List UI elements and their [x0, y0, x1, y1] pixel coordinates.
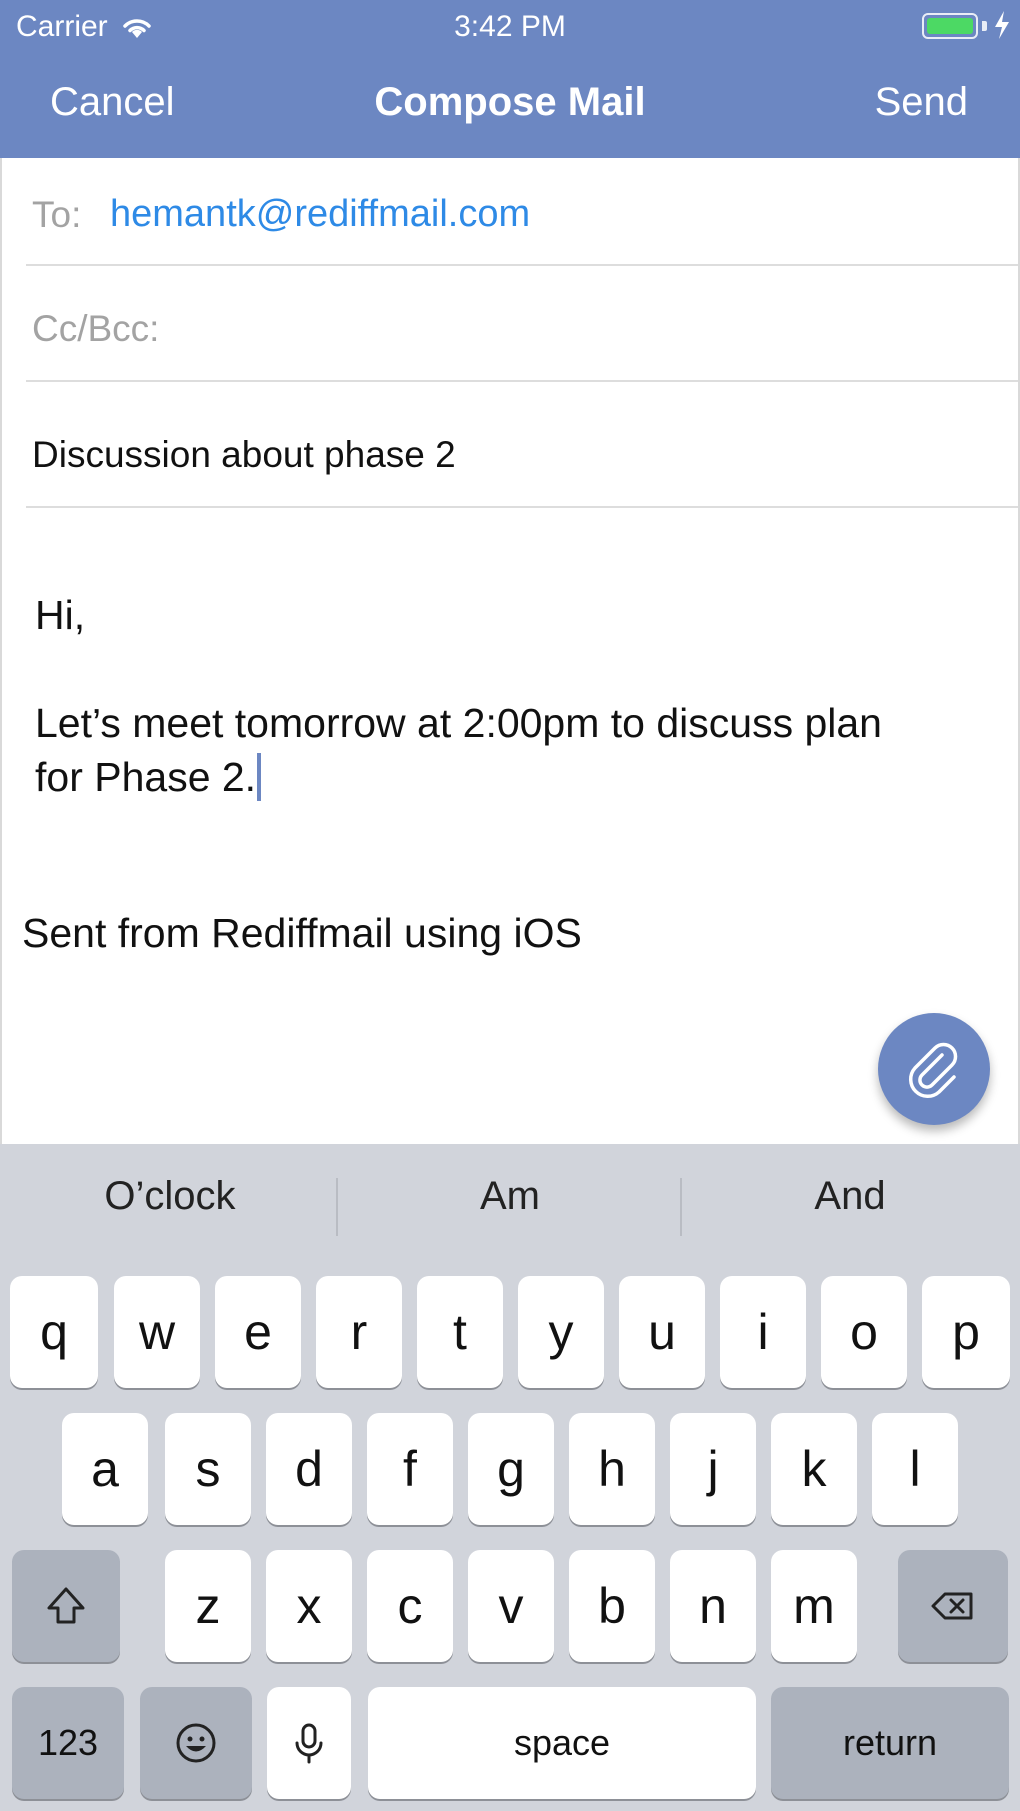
to-recipient[interactable]: hemantk@rediffmail.com [110, 193, 530, 236]
key-l[interactable]: l [872, 1413, 958, 1525]
key-h[interactable]: h [569, 1413, 655, 1525]
attach-button[interactable] [878, 1013, 990, 1125]
key-i[interactable]: i [720, 1276, 806, 1388]
cancel-button[interactable]: Cancel [50, 80, 175, 125]
status-bar: Carrier 3:42 PM [0, 0, 1020, 52]
key-p[interactable]: p [922, 1276, 1010, 1388]
nav-bar: Cancel Compose Mail Send [0, 70, 1020, 140]
key-s[interactable]: s [165, 1413, 251, 1525]
header: Carrier 3:42 PM Cancel Compose Mail Send [0, 0, 1020, 158]
key-c[interactable]: c [367, 1550, 453, 1662]
microphone-icon [295, 1723, 323, 1764]
cc-bcc-label: Cc/Bcc: [32, 308, 160, 349]
body-line-3: for Phase 2. [35, 754, 257, 800]
key-a[interactable]: a [62, 1413, 148, 1525]
battery-tip [982, 21, 987, 31]
keyboard: O’clock Am And q w e r t y u i o p a s d… [0, 1144, 1020, 1811]
key-f[interactable]: f [367, 1413, 453, 1525]
key-r[interactable]: r [316, 1276, 402, 1388]
suggestion-2[interactable]: Am [340, 1174, 680, 1219]
key-w[interactable]: w [114, 1276, 200, 1388]
key-b[interactable]: b [569, 1550, 655, 1662]
key-g[interactable]: g [468, 1413, 554, 1525]
key-o[interactable]: o [821, 1276, 907, 1388]
compose-form: To: hemantk@rediffmail.com Cc/Bcc: Discu… [0, 158, 1020, 1144]
emoji-icon [176, 1723, 216, 1763]
key-n[interactable]: n [670, 1550, 756, 1662]
key-x[interactable]: x [266, 1550, 352, 1662]
key-z[interactable]: z [165, 1550, 251, 1662]
key-e[interactable]: e [215, 1276, 301, 1388]
shift-icon [47, 1587, 85, 1624]
body-line-2: Let’s meet tomorrow at 2:00pm to discuss… [35, 700, 882, 746]
to-label: To: [32, 194, 82, 235]
suggestion-divider [336, 1178, 338, 1236]
cc-bcc-field[interactable]: Cc/Bcc: [26, 266, 1018, 382]
send-button[interactable]: Send [875, 80, 968, 125]
key-u[interactable]: u [619, 1276, 705, 1388]
body-line-3-wrap: for Phase 2. [35, 750, 995, 804]
numbers-key[interactable]: 123 [12, 1687, 124, 1799]
message-body[interactable]: Hi, Let’s meet tomorrow at 2:00pm to dis… [35, 588, 995, 804]
clock: 3:42 PM [454, 10, 566, 43]
body-line-blank [35, 642, 995, 696]
key-j[interactable]: j [670, 1413, 756, 1525]
key-m[interactable]: m [771, 1550, 857, 1662]
shift-key[interactable] [12, 1550, 120, 1662]
to-field[interactable]: To: hemantk@rediffmail.com [26, 158, 1018, 266]
predictive-bar: O’clock Am And [0, 1144, 1020, 1264]
subject-field[interactable]: Discussion about phase 2 [26, 382, 1018, 508]
signature: Sent from Rediffmail using iOS [22, 910, 582, 956]
battery-icon [922, 13, 978, 39]
key-t[interactable]: t [417, 1276, 503, 1388]
key-y[interactable]: y [518, 1276, 604, 1388]
space-key[interactable]: space [368, 1687, 756, 1799]
emoji-key[interactable] [140, 1687, 252, 1799]
backspace-icon [931, 1592, 973, 1620]
delete-key[interactable] [898, 1550, 1008, 1662]
charging-bolt-icon [995, 11, 1009, 39]
text-cursor [257, 753, 262, 801]
body-line-greeting: Hi, [35, 592, 86, 638]
dictation-key[interactable] [267, 1687, 351, 1799]
subject-value: Discussion about phase 2 [32, 434, 456, 475]
return-key[interactable]: return [771, 1687, 1009, 1799]
suggestion-1[interactable]: O’clock [0, 1174, 340, 1219]
suggestion-3[interactable]: And [680, 1174, 1020, 1219]
key-q[interactable]: q [10, 1276, 98, 1388]
paperclip-icon [909, 1042, 958, 1098]
key-d[interactable]: d [266, 1413, 352, 1525]
key-v[interactable]: v [468, 1550, 554, 1662]
key-k[interactable]: k [771, 1413, 857, 1525]
